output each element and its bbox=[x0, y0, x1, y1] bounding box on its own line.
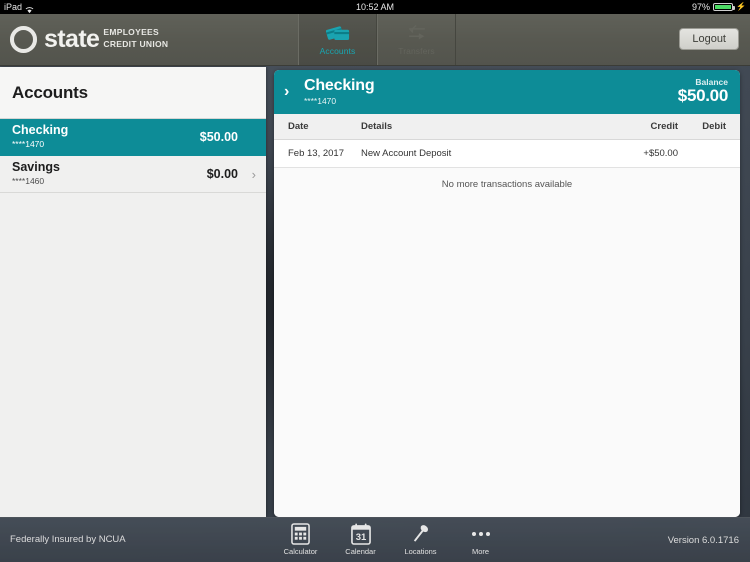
bottom-toolbar: Federally Insured by NCUA Calculator 31 … bbox=[0, 517, 750, 562]
no-more-transactions-note: No more transactions available bbox=[274, 168, 740, 200]
column-header-debit: Debit bbox=[702, 121, 726, 132]
detail-title-block: Checking ****1470 bbox=[304, 77, 678, 106]
chevron-right-icon: › bbox=[284, 83, 290, 100]
account-mask: ****1460 bbox=[12, 176, 45, 187]
tool-label: Locations bbox=[404, 547, 437, 556]
accounts-sidebar: Accounts Checking ****1470 $50.00 › Savi… bbox=[0, 67, 266, 517]
account-detail-panel: › Checking ****1470 Balance $50.00 Date … bbox=[274, 70, 740, 517]
tool-more[interactable]: More bbox=[460, 522, 501, 556]
top-nav-bar: state EMPLOYEES CREDIT UNION Accounts Tr… bbox=[0, 14, 750, 66]
tool-label: More bbox=[471, 547, 490, 556]
credit-union-ring-icon bbox=[10, 26, 37, 53]
svg-text:31: 31 bbox=[355, 532, 366, 543]
sidebar-title: Accounts bbox=[12, 82, 88, 102]
tab-transfers-label: Transfers bbox=[398, 46, 435, 56]
transfer-arrows-icon bbox=[406, 23, 428, 44]
calculator-icon bbox=[291, 522, 310, 545]
sidebar-account-savings[interactable]: Savings ****1460 $0.00 › bbox=[0, 156, 266, 193]
chevron-right-icon: › bbox=[244, 130, 256, 145]
map-pin-icon bbox=[410, 522, 431, 545]
tool-label: Calculator bbox=[283, 547, 318, 556]
brand-wordmark: state EMPLOYEES CREDIT UNION bbox=[44, 24, 169, 53]
app-version-label: Version 6.0.1716 bbox=[667, 535, 739, 546]
column-header-date: Date bbox=[288, 121, 309, 132]
sidebar-header: Accounts bbox=[0, 67, 266, 119]
transactions-table-header: Date Details Credit Debit bbox=[274, 114, 740, 140]
calendar-icon: 31 bbox=[350, 522, 371, 545]
account-name-block: Savings ****1460 bbox=[12, 160, 207, 187]
brand-name: state bbox=[44, 24, 100, 53]
account-balance: $50.00 bbox=[199, 130, 238, 144]
column-header-details: Details bbox=[361, 121, 393, 132]
detail-account-mask: ****1470 bbox=[304, 95, 337, 106]
logout-button[interactable]: Logout bbox=[679, 28, 739, 50]
chevron-right-icon: › bbox=[251, 166, 256, 182]
tool-locations[interactable]: Locations bbox=[400, 522, 441, 556]
ellipsis-icon bbox=[471, 522, 490, 545]
balance-amount: $50.00 bbox=[677, 86, 729, 106]
detail-balance-block: Balance $50.00 bbox=[677, 77, 729, 106]
brand-subtitle: EMPLOYEES CREDIT UNION bbox=[103, 27, 169, 51]
ncua-disclosure: Federally Insured by NCUA bbox=[10, 534, 126, 545]
ios-status-bar: iPad 10:52 AM 97% ⚡ bbox=[0, 0, 750, 14]
status-right: 97% ⚡ bbox=[692, 0, 746, 14]
utility-tools: Calculator 31 Calendar Locations More bbox=[280, 522, 501, 556]
detail-account-title: Checking bbox=[304, 77, 375, 95]
detail-header[interactable]: › Checking ****1470 Balance $50.00 bbox=[274, 70, 740, 114]
brand-logo: state EMPLOYEES CREDIT UNION bbox=[10, 26, 168, 53]
account-mask: ****1470 bbox=[12, 139, 45, 150]
ipad-app-screen: iPad 10:52 AM 97% ⚡ state EMPLOYEES CRED… bbox=[0, 0, 750, 562]
tab-accounts[interactable]: Accounts bbox=[298, 14, 377, 65]
table-row[interactable]: Feb 13, 2017 New Account Deposit +$50.00 bbox=[274, 140, 740, 168]
account-name-block: Checking ****1470 bbox=[12, 123, 200, 150]
brand-sub-line2: CREDIT UNION bbox=[103, 38, 169, 49]
brand-sub-line1: EMPLOYEES bbox=[103, 27, 159, 37]
column-header-credit: Credit bbox=[650, 121, 678, 132]
account-name: Checking bbox=[12, 123, 69, 138]
cell-date: Feb 13, 2017 bbox=[288, 148, 344, 159]
sidebar-account-checking[interactable]: Checking ****1470 $50.00 › bbox=[0, 119, 266, 156]
account-name: Savings bbox=[12, 160, 60, 175]
credit-cards-icon bbox=[325, 23, 350, 44]
charging-bolt-icon: ⚡ bbox=[736, 2, 746, 11]
tool-label: Calendar bbox=[345, 547, 376, 556]
detail-empty-space bbox=[274, 200, 740, 517]
account-balance: $0.00 bbox=[206, 167, 238, 181]
battery-icon bbox=[713, 3, 736, 11]
nav-tabs: Accounts Transfers bbox=[298, 14, 456, 65]
cell-credit: +$50.00 bbox=[643, 148, 678, 159]
tool-calendar[interactable]: 31 Calendar bbox=[340, 522, 381, 556]
battery-percent-label: 97% bbox=[692, 2, 711, 12]
cell-details: New Account Deposit bbox=[361, 148, 452, 159]
tab-transfers[interactable]: Transfers bbox=[377, 14, 456, 65]
tab-accounts-label: Accounts bbox=[319, 46, 356, 56]
status-clock: 10:52 AM bbox=[355, 2, 395, 12]
tool-calculator[interactable]: Calculator bbox=[280, 522, 321, 556]
